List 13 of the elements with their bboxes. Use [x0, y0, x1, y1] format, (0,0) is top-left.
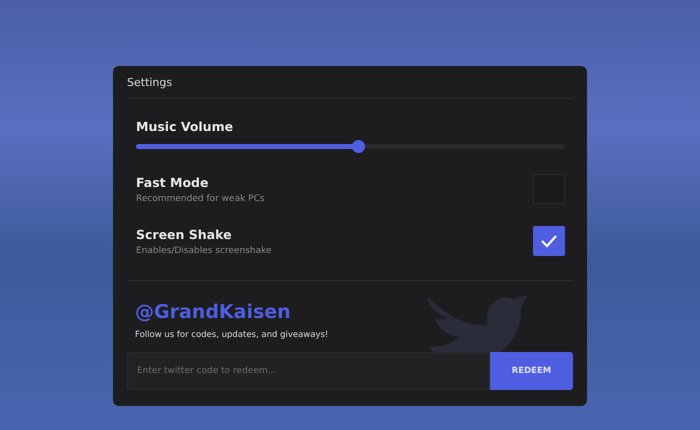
checkbox[interactable]	[533, 226, 565, 256]
redeem-button[interactable]: REDEEM	[490, 352, 573, 390]
setting-label: Screen Shake	[136, 226, 233, 242]
setting-description: Enables/Disables screenshake	[136, 246, 272, 256]
twitter-handle: @GrandKaisen	[134, 301, 292, 323]
panel-title: Settings	[127, 75, 174, 91]
check-icon	[540, 234, 558, 248]
setting-label: Music Volume	[136, 119, 234, 134]
slider-thumb[interactable]	[352, 140, 366, 153]
code-input-field[interactable]: Enter twitter code to redeem...	[127, 352, 490, 390]
setting-description: Recommended for weak PCs	[136, 194, 265, 204]
setting-label: Fast Mode	[136, 174, 210, 190]
follow-message: Follow us for codes, updates, and giveaways!	[134, 329, 330, 340]
